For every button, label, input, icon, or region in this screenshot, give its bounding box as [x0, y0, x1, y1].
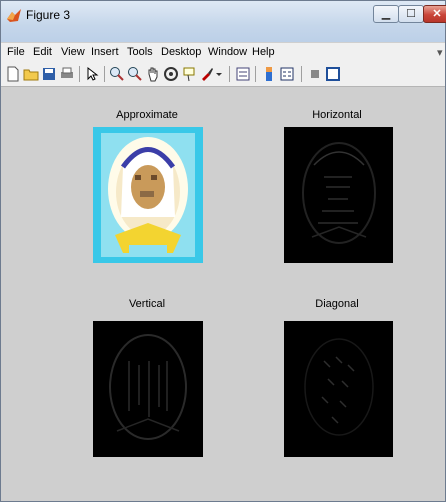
subplot-title-horizontal: Horizontal: [312, 109, 362, 121]
hide-plot-tools-icon[interactable]: [307, 66, 323, 82]
menu-tools[interactable]: Tools: [127, 46, 153, 58]
menu-window[interactable]: Window: [208, 46, 247, 58]
menu-overflow-icon[interactable]: ▾: [437, 46, 443, 59]
subplot-title-diagonal: Diagonal: [315, 298, 359, 310]
subplot-title-vertical: Vertical: [128, 298, 166, 310]
subplot-title-approximate: Approximate: [116, 109, 178, 121]
insert-legend-icon[interactable]: [279, 66, 295, 82]
new-figure-icon[interactable]: [5, 66, 21, 82]
pan-icon[interactable]: [145, 66, 161, 82]
rotate-3d-icon[interactable]: [163, 66, 179, 82]
minimize-icon: ▁: [381, 8, 391, 20]
close-button[interactable]: ✕: [423, 5, 446, 23]
menu-desktop[interactable]: Desktop: [161, 46, 201, 58]
close-icon: ✕: [432, 8, 442, 20]
menu-help[interactable]: Help: [252, 46, 275, 58]
maximize-button[interactable]: ☐: [398, 5, 424, 23]
approximate-image[interactable]: [93, 127, 203, 263]
data-cursor-icon[interactable]: [181, 66, 197, 82]
link-plot-icon[interactable]: [235, 66, 251, 82]
figure-window: Figure 3 ▁ ☐ ✕ File Edit View Insert Too…: [0, 0, 446, 502]
maximize-icon: ☐: [406, 8, 416, 20]
pointer-icon[interactable]: [84, 66, 100, 82]
horizontal-image[interactable]: [284, 127, 393, 263]
insert-colorbar-icon[interactable]: [261, 66, 277, 82]
print-icon[interactable]: [59, 66, 75, 82]
zoom-out-icon[interactable]: [127, 66, 143, 82]
window-title: Figure 3: [26, 8, 71, 22]
menu-view[interactable]: View: [61, 46, 85, 58]
menu-edit[interactable]: Edit: [33, 46, 52, 58]
zoom-in-icon[interactable]: [109, 66, 125, 82]
show-plot-tools-icon[interactable]: [325, 66, 341, 82]
menu-bar: File Edit View Insert Tools Desktop Wind…: [1, 43, 445, 63]
brush-icon[interactable]: [199, 66, 215, 82]
vertical-image[interactable]: [93, 321, 203, 457]
save-icon[interactable]: [41, 66, 57, 82]
menu-file[interactable]: File: [7, 46, 25, 58]
matlab-icon: [7, 9, 21, 22]
title-bar: Figure 3 ▁ ☐ ✕: [1, 1, 446, 42]
menu-insert[interactable]: Insert: [91, 46, 119, 58]
open-file-icon[interactable]: [23, 66, 39, 82]
minimize-button[interactable]: ▁: [373, 5, 399, 23]
diagonal-image[interactable]: [284, 321, 393, 457]
figure-toolbar: [1, 63, 445, 87]
dropdown-arrow-icon[interactable]: [215, 66, 223, 82]
